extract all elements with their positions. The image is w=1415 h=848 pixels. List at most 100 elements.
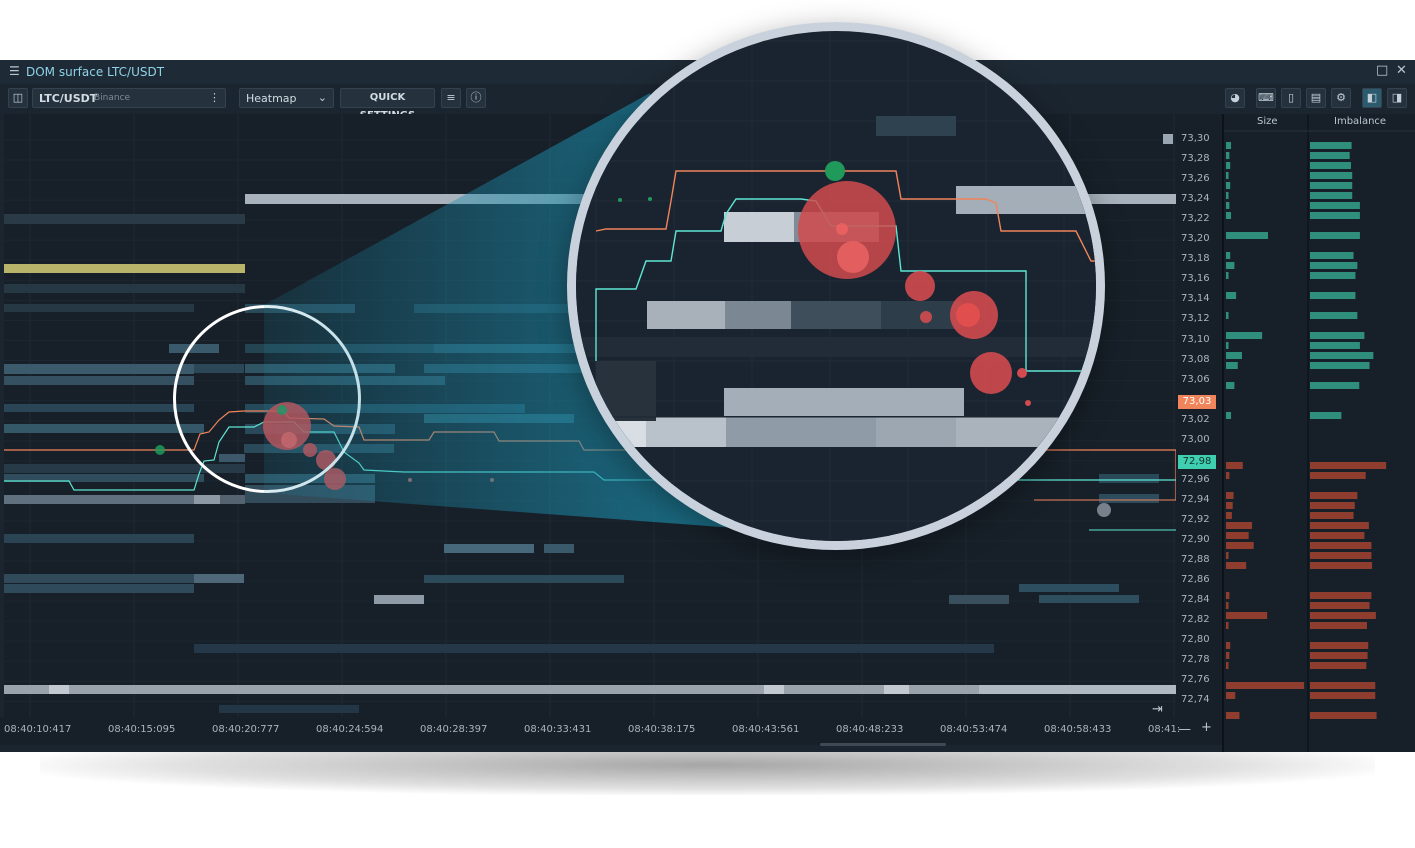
imbalance-bar-ask — [1310, 652, 1368, 659]
horizontal-scrollbar[interactable] — [820, 743, 946, 746]
size-bar-ask — [1226, 692, 1236, 699]
price-level-label: 72,80 — [1181, 634, 1210, 646]
imbalance-bar-ask — [1310, 712, 1377, 719]
imbalance-bar-bid — [1310, 182, 1353, 189]
size-bar-ask — [1226, 522, 1253, 529]
time-label: 08:40:20:777 — [212, 724, 280, 735]
price-level-label: 72,92 — [1181, 513, 1210, 525]
time-label: 08:40:10:417 — [4, 724, 72, 735]
price-level-label: 72,96 — [1181, 473, 1210, 485]
imbalance-bar-ask — [1310, 662, 1367, 669]
magnifier-lens — [576, 31, 1096, 541]
heatmap-band — [576, 337, 1096, 357]
price-level-label: 72,90 — [1181, 534, 1210, 545]
imbalance-bar-bid — [1310, 202, 1360, 209]
size-bar-bid — [1226, 342, 1229, 349]
heatmap-band — [4, 376, 194, 385]
heatmap-band — [979, 685, 1176, 694]
size-bar-ask — [1226, 592, 1230, 599]
heatmap-band — [4, 424, 204, 433]
price-level-label: 73,08 — [1181, 353, 1210, 365]
imbalance-bar-bid — [1310, 262, 1358, 269]
hamburger-icon[interactable]: ☰ — [9, 64, 20, 78]
size-bar-bid — [1226, 272, 1229, 279]
plus-icon[interactable]: + — [1201, 720, 1212, 735]
visualization-value: Heatmap — [246, 92, 297, 105]
close-icon[interactable]: ✕ — [1396, 63, 1407, 78]
minus-icon[interactable]: — — [1178, 722, 1191, 737]
price-marker — [1163, 134, 1173, 144]
heatmap-band — [1019, 584, 1119, 592]
size-bar-ask — [1226, 622, 1229, 629]
imbalance-bar-ask — [1310, 472, 1366, 479]
template-icon[interactable]: ▤ — [1306, 88, 1326, 108]
time-label: 08:40:58:433 — [1044, 724, 1112, 735]
price-level-label: 72,86 — [1181, 574, 1210, 586]
keyboard-icon[interactable]: ⌨ — [1256, 88, 1276, 108]
imbalance-bar-ask — [1310, 642, 1369, 649]
scroll-to-end-icon[interactable]: ⇥ — [1152, 702, 1163, 717]
trade-bubble — [1097, 503, 1111, 517]
heatmap-band — [949, 595, 1009, 604]
visualization-dropdown[interactable]: Heatmap ⌄ — [239, 88, 334, 108]
size-bar-ask — [1226, 502, 1233, 509]
price-axis[interactable]: 73,30 73,28 73,26 73,24 73,22 73,20 73,18 73,16… — [1163, 114, 1222, 717]
price-level-label: 73,22 — [1181, 213, 1210, 225]
trade-bubble — [1025, 400, 1031, 406]
best-bid-price-tag: 72,98 — [1178, 454, 1216, 469]
window-title: DOM surface LTC/USDT — [26, 65, 165, 79]
imbalance-bar-bid — [1310, 382, 1360, 389]
imbalance-bar-bid — [1310, 272, 1356, 279]
mouse-icon[interactable]: ▯ — [1281, 88, 1301, 108]
symbol-selector[interactable]: LTC/USDT Binance ⋮ — [32, 88, 226, 108]
heatmap-band — [194, 644, 994, 653]
price-level-label: 73,28 — [1181, 153, 1210, 165]
price-level-label: 72,84 — [1181, 594, 1210, 606]
time-axis[interactable]: 08:40:10:417 08:40:15:095 08:40:20:777 08:4… — [0, 702, 1222, 745]
imbalance-bar-ask — [1310, 692, 1376, 699]
trade-bubble — [837, 241, 869, 273]
imbalance-bar-bid — [1310, 362, 1370, 369]
panel-left-icon[interactable]: ◧ — [1362, 88, 1382, 108]
best-ask-price-tag: 73,03 — [1178, 394, 1216, 409]
chart-mode-icon[interactable]: ◕ — [1225, 88, 1245, 108]
heatmap-band — [647, 301, 725, 329]
price-level-label: 72,76 — [1181, 674, 1210, 686]
imbalance-bar-ask — [1310, 512, 1354, 519]
time-label: 08:40:15:095 — [108, 724, 176, 735]
symbol-label: LTC/USDT — [39, 92, 98, 105]
sliders-icon[interactable]: ≡ — [441, 88, 461, 108]
heatmap-band — [4, 584, 194, 593]
imbalance-bar-ask — [1310, 602, 1370, 609]
heatmap-band — [4, 364, 194, 374]
size-bar-ask — [1226, 652, 1230, 659]
imbalance-bar-ask — [1310, 562, 1373, 569]
size-bar-bid — [1226, 362, 1238, 369]
maximize-icon[interactable]: □ — [1376, 63, 1388, 78]
price-level-label: 73,10 — [1181, 333, 1210, 345]
gear-icon[interactable]: ⚙ — [1331, 88, 1351, 108]
heatmap-band — [424, 364, 594, 373]
heatmap-band — [4, 574, 194, 583]
imbalance-bar-bid — [1310, 352, 1374, 359]
size-bar-ask — [1226, 562, 1247, 569]
more-vertical-icon[interactable]: ⋮ — [209, 91, 220, 104]
price-level-label: 72,78 — [1181, 654, 1210, 666]
sidebar-toggle-icon[interactable]: ◫ — [8, 88, 28, 108]
size-bar-ask — [1226, 542, 1254, 549]
imbalance-bar-ask — [1310, 612, 1376, 619]
info-icon[interactable]: ⓘ — [466, 88, 486, 108]
trade-bubble — [490, 478, 494, 482]
heatmap-band — [4, 495, 194, 504]
size-bar-ask — [1226, 682, 1305, 689]
imbalance-bar-ask — [1310, 522, 1369, 529]
panel-right-icon[interactable]: ◨ — [1387, 88, 1407, 108]
price-level-label: 73,06 — [1181, 373, 1210, 385]
quick-settings-button[interactable]: QUICK SETTINGS — [340, 88, 435, 121]
heatmap-band — [49, 685, 69, 694]
heatmap-band — [764, 685, 784, 694]
heatmap-band — [4, 404, 194, 412]
trade-bubble — [825, 161, 845, 181]
size-bar-ask — [1226, 532, 1249, 539]
price-level-label: 72,88 — [1181, 554, 1210, 566]
